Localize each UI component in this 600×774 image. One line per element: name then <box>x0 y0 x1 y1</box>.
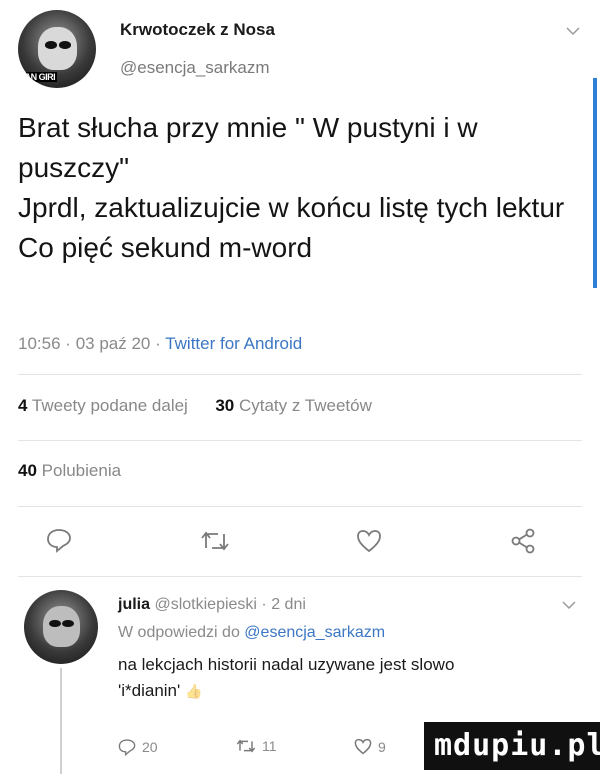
reply-author-handle[interactable]: @slotkiepieski <box>154 596 257 613</box>
divider <box>18 440 582 441</box>
reply-age: 2 dni <box>271 596 306 613</box>
scrollbar[interactable] <box>593 78 597 288</box>
replying-to-mention[interactable]: @esencja_sarkazm <box>244 624 385 641</box>
quotes-stat[interactable]: 30 Cytaty z Tweetów <box>215 396 372 415</box>
tweet-date: 03 paź 20 <box>75 334 151 353</box>
tweet-client-link[interactable]: Twitter for Android <box>165 334 302 353</box>
avatar-badge: AN GIRI <box>22 71 58 82</box>
tweet-meta: 10:56 · 03 paź 20 · Twitter for Android <box>18 334 303 353</box>
thread-line <box>60 668 62 774</box>
like-icon[interactable] <box>356 529 382 553</box>
replying-to: W odpowiedzi do @esencja_sarkazm <box>118 624 386 641</box>
reply-icon <box>118 739 136 756</box>
reply-header: julia @slotkiepieski · 2 dni <box>118 596 306 613</box>
tweet-time: 10:56 <box>18 334 61 353</box>
reply-reply-action[interactable]: 20 <box>118 738 158 756</box>
reply-chevron-down-icon[interactable] <box>562 600 576 610</box>
stats-row: 4 Tweety podane dalej 30 Cytaty z Tweetó… <box>18 396 372 416</box>
chevron-down-icon[interactable] <box>566 26 580 36</box>
reply-text: na lekcjach historii nadal uzywane jest … <box>118 655 455 700</box>
reply-retweet-action[interactable]: 11 <box>236 738 277 754</box>
divider <box>18 576 582 577</box>
retweet-icon <box>236 739 256 753</box>
reply-author-name[interactable]: julia <box>118 596 150 613</box>
tweet-text: Brat słucha przy mnie " W pustyni i w pu… <box>18 112 565 263</box>
reply-icon[interactable] <box>46 527 72 553</box>
author-name[interactable]: Krwotoczek z Nosa <box>120 20 275 40</box>
retweet-icon[interactable] <box>200 530 230 552</box>
reply-like-action[interactable]: 9 <box>354 738 386 755</box>
author-handle[interactable]: @esencja_sarkazm <box>120 58 270 78</box>
author-avatar[interactable]: AN GIRI <box>18 10 96 88</box>
likes-stat[interactable]: 40 Polubienia <box>18 461 121 481</box>
reply-avatar[interactable] <box>24 590 98 664</box>
divider <box>18 506 582 507</box>
share-icon[interactable] <box>510 528 536 554</box>
divider <box>18 374 582 375</box>
like-icon <box>354 738 372 755</box>
retweets-stat[interactable]: 4 Tweety podane dalej <box>18 396 188 415</box>
watermark: mdupiu.pl <box>424 722 600 770</box>
thumbs-up-emoji: 👍 <box>185 683 203 699</box>
